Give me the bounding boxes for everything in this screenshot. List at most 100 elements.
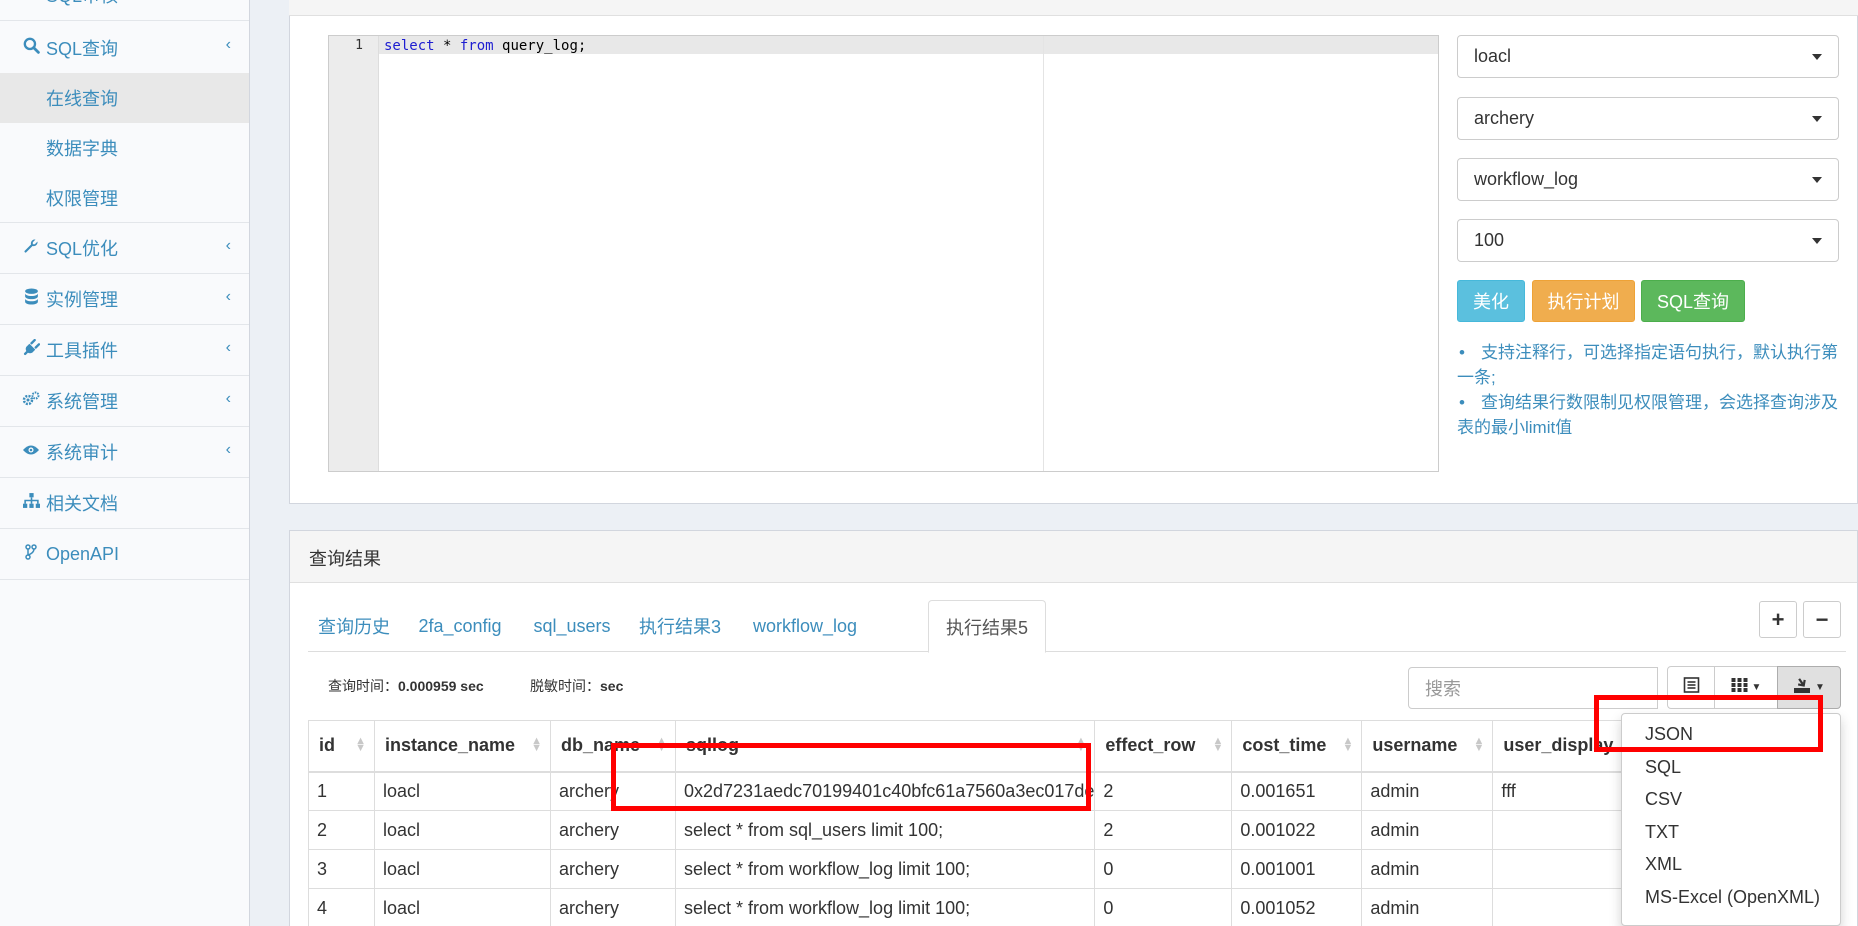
- chevron-left-icon: ‹: [225, 441, 231, 458]
- limit-select[interactable]: 100: [1457, 219, 1839, 262]
- eye-icon: [21, 442, 41, 462]
- sidebar-item-label: SQL查询: [46, 38, 119, 59]
- sidebar-item-label: 工具插件: [46, 341, 118, 361]
- sort-icon: ▲▼: [1212, 735, 1224, 754]
- line-number: 1: [355, 38, 363, 53]
- remove-tab-button[interactable]: −: [1803, 601, 1841, 638]
- query-time: 查询时间：0.000959 sec: [328, 676, 484, 696]
- sidebar-subitem-permission[interactable]: 权限管理: [0, 173, 249, 223]
- col-header-effect-row[interactable]: effect_row ▲ ▼: [1094, 720, 1233, 773]
- query-box-header: [289, 0, 1858, 16]
- tab-workflow-log[interactable]: workflow_log: [740, 600, 870, 652]
- col-header-id[interactable]: id ▲ ▼: [308, 720, 375, 773]
- code-line[interactable]: select * from query_log;: [384, 38, 586, 54]
- tab-result-5[interactable]: 执行结果5: [928, 600, 1046, 653]
- sidebar-item-label: OpenAPI: [46, 543, 120, 564]
- col-header-username[interactable]: username ▲ ▼: [1361, 720, 1494, 773]
- sidebar-item-tools[interactable]: 工具插件 ‹: [0, 325, 249, 376]
- highlight-json-box: [1594, 695, 1823, 752]
- tips-list: • 支持注释行，可选择指定语句执行，默认执行第一条; • 查询结果行数限制见权限管理…: [1457, 340, 1839, 440]
- export-sql-option[interactable]: SQL: [1645, 757, 1681, 778]
- sidebar-subitem-online-query[interactable]: 在线查询: [0, 73, 249, 123]
- add-tab-button[interactable]: +: [1759, 601, 1797, 638]
- search-icon: [21, 37, 41, 59]
- sort-icon: ▲▼: [1342, 735, 1354, 754]
- table-row[interactable]: 2 loacl archery select * from sql_users lim…: [308, 810, 1662, 850]
- export-excel-option[interactable]: MS-Excel (OpenXML): [1645, 887, 1820, 908]
- sidebar-item-label: 实例管理: [46, 290, 118, 310]
- tab-result-3[interactable]: 执行结果3: [628, 600, 732, 652]
- code-star: *: [434, 38, 460, 54]
- sidebar-item-sql-optimize[interactable]: SQL优化 ‹: [0, 223, 249, 274]
- beautify-button[interactable]: 美化: [1457, 280, 1525, 322]
- sidebar-item-label: SQL优化: [46, 239, 119, 259]
- database-select-value: archery: [1474, 108, 1535, 128]
- mask-time-value: sec: [600, 678, 624, 694]
- chevron-left-icon: ‹: [225, 288, 231, 305]
- chevron-left-icon: ‹: [225, 237, 231, 254]
- instance-select[interactable]: loacl: [1457, 35, 1839, 78]
- export-csv-option[interactable]: CSV: [1645, 789, 1682, 810]
- sidebar-item-system[interactable]: 系统管理 ‹: [0, 376, 249, 427]
- sidebar-item-label: 相关文档: [46, 494, 118, 514]
- keyword-select: select: [384, 38, 435, 54]
- tab-2fa-config[interactable]: 2fa_config: [404, 600, 516, 652]
- chevron-left-icon: ‹: [225, 36, 231, 53]
- sql-editor[interactable]: 1 select * from query_log;: [328, 35, 1439, 472]
- database-icon: [21, 288, 41, 310]
- caret-down-icon: ▼: [1815, 682, 1825, 693]
- code-table: query_log;: [493, 38, 587, 54]
- mask-time-label: 脱敏时间：: [530, 678, 600, 694]
- sql-query-button[interactable]: SQL查询: [1641, 280, 1745, 322]
- tab-query-history[interactable]: 查询历史: [308, 600, 400, 652]
- sitemap-icon: [21, 493, 41, 513]
- export-xml-option[interactable]: XML: [1645, 854, 1682, 875]
- sidebar-item-instance[interactable]: 实例管理 ‹: [0, 274, 249, 325]
- instance-select-value: loacl: [1474, 46, 1512, 66]
- sidebar-item-label: SQL审核: [46, 0, 118, 8]
- col-header-cost-time[interactable]: cost_time ▲ ▼: [1231, 720, 1363, 773]
- mask-time: 脱敏时间：sec: [530, 676, 623, 696]
- table-select[interactable]: workflow_log: [1457, 158, 1839, 201]
- gears-icon: [21, 391, 41, 412]
- caret-down-icon: [1812, 54, 1822, 60]
- query-time-label: 查询时间：: [328, 678, 398, 694]
- tip-item: • 支持注释行，可选择指定语句执行，默认执行第一条;: [1457, 343, 1838, 387]
- sidebar-item-audit[interactable]: 系统审计 ‹: [0, 427, 249, 478]
- tab-sql-users[interactable]: sql_users: [522, 600, 622, 652]
- highlight-sqllog-box: [611, 743, 1091, 811]
- result-tabs: 查询历史 2fa_config sql_users 执行结果3 workflow…: [308, 600, 1846, 653]
- export-txt-option[interactable]: TXT: [1645, 822, 1679, 843]
- caret-down-icon: [1812, 116, 1822, 122]
- plug-icon: [21, 338, 41, 361]
- sort-icon: ▲▼: [1473, 735, 1485, 754]
- result-box-title: 查询结果: [309, 549, 381, 569]
- sidebar-subitem-data-dictionary[interactable]: 数据字典: [0, 123, 249, 173]
- caret-down-icon: [1812, 238, 1822, 244]
- table-select-value: workflow_log: [1474, 169, 1579, 189]
- caret-down-icon: ▼: [1751, 682, 1762, 693]
- explain-button[interactable]: 执行计划: [1532, 280, 1635, 322]
- sort-icon: ▲▼: [355, 735, 366, 754]
- wrench-icon: [21, 238, 41, 259]
- code-fork-icon: [21, 543, 41, 565]
- check-icon: ✔: [21, 0, 41, 5]
- sidebar-item-label: 系统审计: [46, 443, 118, 463]
- table-row[interactable]: 3 loacl archery select * from workflow_log …: [308, 849, 1662, 889]
- sort-icon: ▲▼: [531, 735, 542, 754]
- keyword-from: from: [459, 38, 494, 54]
- chevron-left-icon: ‹: [225, 390, 231, 407]
- table-row[interactable]: 4 loacl archery select * from workflow_log …: [308, 888, 1662, 926]
- result-box-header: 查询结果: [290, 531, 1857, 583]
- database-select[interactable]: archery: [1457, 97, 1839, 140]
- sidebar-item-label: 系统管理: [46, 392, 118, 412]
- col-header-instance-name[interactable]: instance_name ▲ ▼: [374, 720, 551, 773]
- limit-select-value: 100: [1474, 230, 1505, 250]
- sidebar-item-docs[interactable]: 相关文档: [0, 478, 249, 529]
- sidebar-item-sql-review[interactable]: ✔ SQL审核 ‹: [0, 0, 249, 21]
- print-margin: [1043, 36, 1044, 471]
- sidebar-item-openapi[interactable]: OpenAPI: [0, 529, 249, 580]
- caret-down-icon: [1812, 177, 1822, 183]
- sidebar-item-sql-query[interactable]: SQL查询 ‹: [0, 22, 249, 73]
- query-time-value: 0.000959 sec: [398, 678, 484, 694]
